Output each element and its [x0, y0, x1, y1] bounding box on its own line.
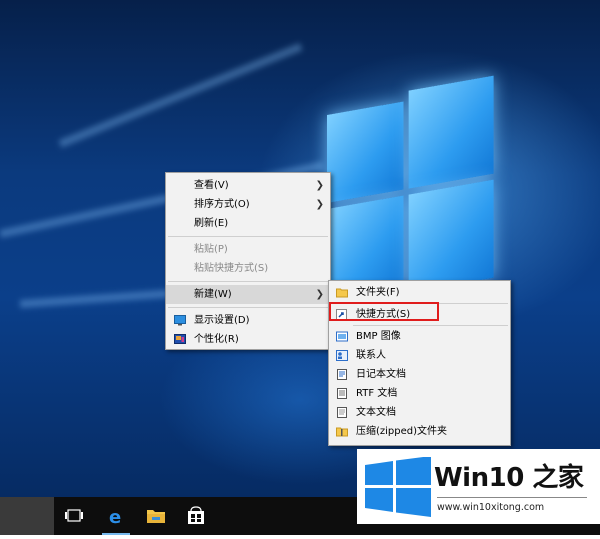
- menu-item-display-settings[interactable]: 显示设置(D): [166, 311, 330, 330]
- menu-separator: [168, 236, 328, 237]
- contact-icon: [336, 350, 348, 361]
- menu-item-paste: 粘贴(P): [166, 240, 330, 259]
- edge-icon: e: [109, 507, 121, 528]
- menu-item-sort-by[interactable]: 排序方式(O) ❯: [166, 195, 330, 214]
- submenu-item-rtf-document[interactable]: RTF 文档: [329, 384, 510, 403]
- menu-item-label: RTF 文档: [356, 388, 398, 399]
- menu-item-label: BMP 图像: [356, 331, 401, 342]
- menu-item-paste-shortcut: 粘贴快捷方式(S): [166, 259, 330, 278]
- store-button[interactable]: [176, 497, 216, 535]
- menu-item-label: 文件夹(F): [356, 287, 400, 298]
- submenu-item-zip-folder[interactable]: 压缩(zipped)文件夹: [329, 422, 510, 441]
- file-explorer-button[interactable]: [136, 497, 176, 535]
- menu-item-label: 排序方式(O): [194, 199, 250, 210]
- desktop-context-menu: 查看(V) ❯ 排序方式(O) ❯ 刷新(E) 粘贴(P) 粘贴快捷方式(S) …: [165, 172, 331, 350]
- submenu-item-bmp-image[interactable]: BMP 图像: [329, 327, 510, 346]
- task-view-button[interactable]: [54, 497, 94, 535]
- menu-item-label: 查看(V): [194, 180, 229, 191]
- edge-button[interactable]: e: [96, 497, 136, 535]
- chevron-right-icon: ❯: [315, 199, 324, 210]
- menu-item-label: 联系人: [356, 350, 386, 361]
- folder-icon: [336, 288, 348, 298]
- submenu-item-folder[interactable]: 文件夹(F): [329, 283, 510, 302]
- menu-item-refresh[interactable]: 刷新(E): [166, 214, 330, 233]
- chevron-right-icon: ❯: [315, 180, 324, 191]
- menu-separator: [168, 307, 328, 308]
- menu-item-label: 粘贴快捷方式(S): [194, 263, 269, 274]
- highlight-outline: [329, 302, 439, 321]
- submenu-item-contact[interactable]: 联系人: [329, 346, 510, 365]
- display-settings-icon: [174, 315, 186, 326]
- bmp-image-icon: [336, 331, 348, 342]
- chevron-right-icon: ❯: [315, 289, 324, 300]
- journal-document-icon: [337, 369, 347, 380]
- windows-logo-icon: [365, 457, 431, 517]
- svg-text:e: e: [109, 507, 121, 528]
- windows-logo-wallpaper: [327, 75, 497, 305]
- menu-item-label: 文本文档: [356, 407, 396, 418]
- store-icon: [188, 506, 204, 524]
- menu-item-label: 显示设置(D): [194, 315, 250, 326]
- text-document-icon: [337, 407, 347, 418]
- task-view-icon: [65, 509, 83, 522]
- zip-folder-icon: [336, 427, 348, 437]
- menu-item-label: 刷新(E): [194, 218, 229, 229]
- personalize-icon: [174, 334, 186, 344]
- menu-item-label: 压缩(zipped)文件夹: [356, 426, 448, 437]
- menu-item-view[interactable]: 查看(V) ❯: [166, 176, 330, 195]
- watermark-divider: [437, 497, 587, 498]
- file-explorer-icon: [147, 510, 165, 523]
- menu-item-label: 新建(W): [194, 289, 232, 300]
- menu-separator: [168, 281, 328, 282]
- submenu-item-journal-document[interactable]: 日记本文档: [329, 365, 510, 384]
- menu-item-label: 粘贴(P): [194, 244, 228, 255]
- menu-item-label: 日记本文档: [356, 369, 406, 380]
- watermark-url: www.win10xitong.com: [437, 502, 545, 513]
- light-beam: [58, 42, 303, 148]
- menu-item-new[interactable]: 新建(W) ❯: [166, 285, 330, 304]
- menu-item-personalize[interactable]: 个性化(R): [166, 330, 330, 349]
- menu-item-label: 个性化(R): [194, 334, 239, 345]
- submenu-item-text-document[interactable]: 文本文档: [329, 403, 510, 422]
- rtf-document-icon: [337, 388, 347, 399]
- search-box-area[interactable]: [0, 497, 54, 535]
- menu-separator: [353, 325, 508, 326]
- watermark-badge: Win10 之家 www.win10xitong.com: [357, 449, 600, 524]
- watermark-title: Win10 之家: [434, 463, 584, 493]
